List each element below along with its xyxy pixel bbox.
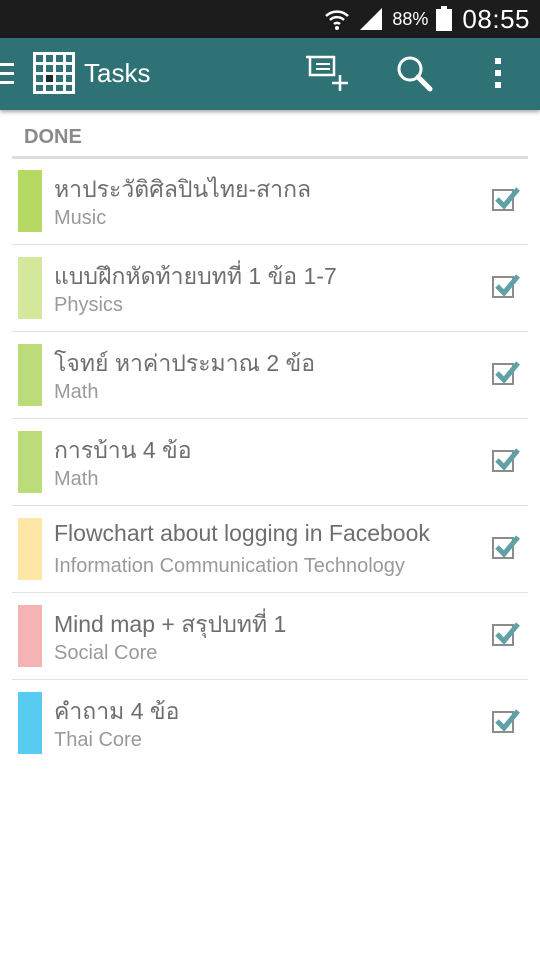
wifi-icon — [324, 6, 350, 32]
task-color-bar — [18, 257, 42, 319]
status-bar: 88% 08:55 — [0, 0, 540, 38]
battery-icon — [436, 6, 453, 32]
task-title: โจทย์ หาค่าประมาณ 2 ข้อ — [54, 350, 316, 376]
task-color-bar — [18, 518, 42, 580]
task-checkbox[interactable] — [492, 622, 520, 646]
task-row[interactable]: แบบฝึกหัดท้ายบทที่ 1 ข้อ 1-7 Physics — [12, 245, 528, 332]
add-list-icon — [306, 53, 350, 97]
task-subject: Math — [54, 381, 99, 403]
task-row[interactable]: Flowchart about logging in Facebook Info… — [12, 506, 528, 593]
task-row[interactable]: การบ้าน 4 ข้อ Math — [12, 419, 528, 506]
task-subject: Physics — [54, 294, 123, 316]
check-icon — [495, 448, 520, 471]
check-icon — [495, 709, 520, 732]
task-row[interactable]: คำถาม 4 ข้อ Thai Core — [12, 680, 528, 766]
add-list-button[interactable] — [306, 54, 350, 96]
app-logo-icon[interactable] — [32, 51, 76, 95]
task-row[interactable]: หาประวัติศิลปินไทย-สากล Music — [12, 158, 528, 245]
task-checkbox[interactable] — [492, 709, 520, 733]
overflow-menu-button[interactable] — [476, 54, 520, 96]
task-list: หาประวัติศิลปินไทย-สากล Music แบบฝึกหัดท… — [0, 158, 540, 766]
task-title: แบบฝึกหัดท้ายบทที่ 1 ข้อ 1-7 — [54, 263, 337, 289]
section-label-done: DONE — [24, 126, 82, 148]
check-icon — [495, 274, 520, 297]
search-button[interactable] — [392, 54, 436, 96]
menu-icon[interactable] — [0, 63, 14, 85]
section-header: DONE — [12, 124, 528, 159]
task-color-bar — [18, 605, 42, 667]
task-checkbox[interactable] — [492, 361, 520, 385]
task-subject: Information Communication Technology — [54, 555, 405, 577]
check-icon — [495, 535, 520, 558]
task-title: การบ้าน 4 ข้อ — [54, 437, 192, 463]
app-bar: Tasks — [0, 38, 540, 110]
task-color-bar — [18, 344, 42, 406]
search-icon — [394, 53, 434, 97]
signal-icon — [358, 6, 384, 32]
task-color-bar — [18, 692, 42, 754]
check-icon — [495, 622, 520, 645]
task-row[interactable]: Mind map + สรุปบทที่ 1 Social Core — [12, 593, 528, 680]
task-checkbox[interactable] — [492, 448, 520, 472]
task-subject: Math — [54, 468, 99, 490]
task-checkbox[interactable] — [492, 535, 520, 559]
task-checkbox[interactable] — [492, 274, 520, 298]
task-color-bar — [18, 170, 42, 232]
app-title: Tasks — [84, 58, 151, 88]
overflow-menu-icon — [492, 55, 504, 95]
task-color-bar — [18, 431, 42, 493]
task-title: หาประวัติศิลปินไทย-สากล — [54, 176, 312, 202]
task-subject: Music — [54, 207, 107, 229]
task-row[interactable]: โจทย์ หาค่าประมาณ 2 ข้อ Math — [12, 332, 528, 419]
task-title: Mind map + สรุปบทที่ 1 — [54, 611, 287, 637]
task-checkbox[interactable] — [492, 187, 520, 211]
task-subject: Social Core — [54, 642, 158, 664]
task-title: คำถาม 4 ข้อ — [54, 698, 180, 724]
task-title: Flowchart about logging in Facebook — [54, 520, 430, 546]
check-icon — [495, 187, 520, 210]
clock: 08:55 — [462, 3, 530, 34]
battery-percent: 88% — [392, 8, 429, 29]
task-subject: Thai Core — [54, 729, 142, 751]
check-icon — [495, 361, 520, 384]
